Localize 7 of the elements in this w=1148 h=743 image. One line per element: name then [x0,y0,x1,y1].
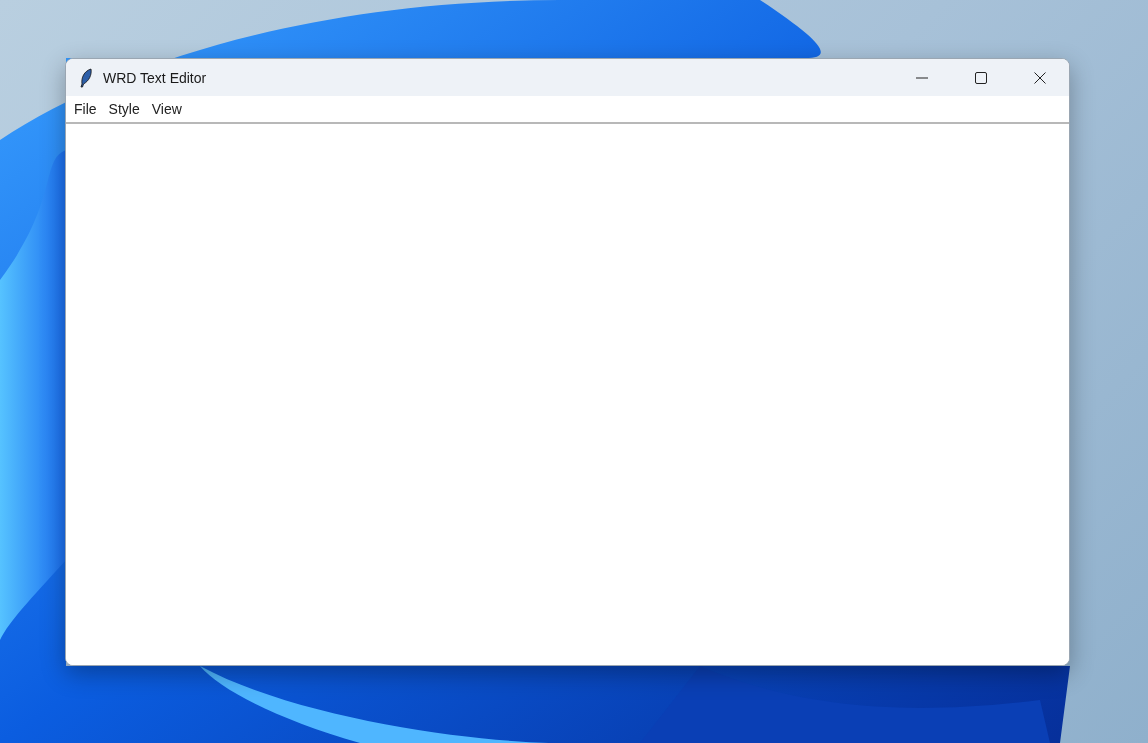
menu-item[interactable]: View [147,98,190,120]
menu-item[interactable]: File [70,98,105,120]
close-icon [1033,71,1046,84]
window-title: WRD Text Editor [103,69,207,86]
maximize-icon [974,71,987,84]
feather-icon [78,67,94,88]
menu-item[interactable]: Style [104,98,148,120]
